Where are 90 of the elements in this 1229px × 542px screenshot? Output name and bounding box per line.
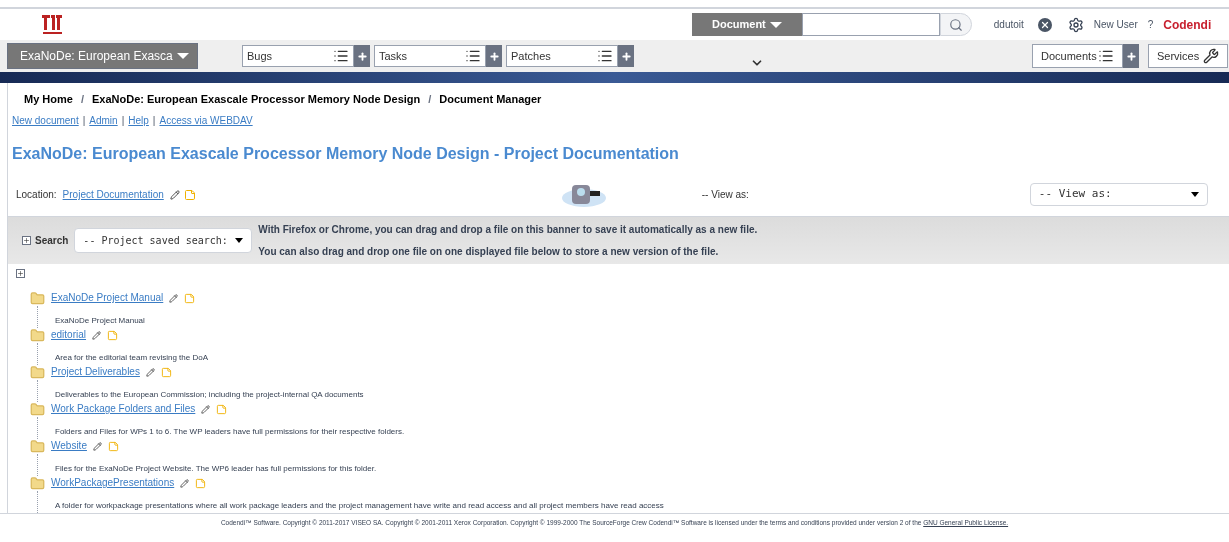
caret-icon <box>177 53 189 59</box>
note-icon[interactable] <box>216 403 228 415</box>
view-as-select[interactable]: -- View as: <box>1029 183 1208 206</box>
action-link[interactable]: Access via WEBDAV <box>159 112 253 128</box>
folder-description: Folders and Files for WPs 1 to 6. The WP leaders have full permissions for their respective folders. <box>55 426 405 436</box>
list-icon <box>597 48 613 64</box>
folder-link[interactable]: Work Package Folders and Files <box>51 404 196 414</box>
breadcrumb-link[interactable]: ExaNoDe: European Exascale Processor Memory Node Design <box>91 91 421 108</box>
add-button[interactable] <box>486 45 502 67</box>
folder-icon <box>30 401 45 417</box>
caret-icon <box>769 21 782 28</box>
edit-icon[interactable] <box>145 367 155 377</box>
help-link[interactable]: ? <box>1147 17 1154 32</box>
services-button[interactable]: Services <box>1148 44 1228 68</box>
link-separator: | <box>152 113 156 128</box>
edit-icon[interactable] <box>169 189 180 200</box>
saved-search-select[interactable]: -- Project saved search: <box>74 227 253 253</box>
expand-icon[interactable] <box>16 268 25 278</box>
drag-drop-hint: With Firefox or Chrome, you can drag and drop a file on this banner to save it automatically as a new file. <box>258 222 758 237</box>
search-button[interactable] <box>939 13 972 36</box>
folder-description: ExaNoDe Project Manual <box>55 315 145 325</box>
folder-link[interactable]: ExaNoDe Project Manual <box>51 293 164 303</box>
search-label[interactable]: Search <box>35 232 69 248</box>
caret-icon <box>1190 192 1199 197</box>
note-icon[interactable] <box>195 477 207 489</box>
logout-button[interactable] <box>1037 17 1052 32</box>
folder-icon <box>30 475 45 491</box>
folder-icon <box>30 327 45 343</box>
action-link[interactable]: Admin <box>89 112 118 128</box>
close-icon <box>1039 19 1050 30</box>
note-icon[interactable] <box>183 188 196 201</box>
folder-link[interactable]: Website <box>51 441 87 451</box>
action-link[interactable]: Help <box>128 112 149 128</box>
breadcrumb-link[interactable]: My Home <box>24 91 73 108</box>
breadcrumb-link[interactable]: Document Manager <box>439 91 542 108</box>
folder-icon <box>30 364 45 380</box>
plus-icon <box>488 50 500 62</box>
folder-description: Area for the editorial team revising the DoA <box>55 352 208 362</box>
action-link[interactable]: New document <box>12 112 79 128</box>
folder-icon <box>30 438 45 454</box>
plus-icon <box>620 50 632 62</box>
folder-link[interactable]: Project Deliverables <box>51 367 140 377</box>
documents-button[interactable]: Documents <box>1032 44 1123 68</box>
breadcrumb-separator: / <box>80 92 84 107</box>
note-icon[interactable] <box>107 440 119 452</box>
edit-icon[interactable] <box>92 330 102 340</box>
location-link[interactable]: Project Documentation <box>62 187 164 202</box>
add-button[interactable] <box>354 45 370 67</box>
project-dropdown[interactable]: ExaNoDe: European Exasca <box>7 43 198 69</box>
add-button[interactable] <box>618 45 634 67</box>
view-as-label: -- View as: <box>701 188 749 202</box>
list-icon <box>333 48 349 64</box>
link-separator: | <box>121 113 125 128</box>
link-separator: | <box>82 113 86 128</box>
drag-drop-hint: You can also drag and drop one file on one displayed file below to store a new version of the file. <box>258 244 720 259</box>
tracker-field[interactable]: Tasks <box>374 45 486 67</box>
search-field[interactable] <box>801 13 940 36</box>
tools-icon <box>1203 48 1219 64</box>
logo <box>40 12 64 37</box>
folder-icon <box>30 290 45 306</box>
note-icon[interactable] <box>160 366 172 378</box>
breadcrumb-separator: / <box>428 92 432 107</box>
expand-icon[interactable] <box>22 235 31 245</box>
search-icon <box>948 17 963 32</box>
note-icon[interactable] <box>184 292 196 304</box>
folder-description: A folder for workpackage presentations where all work package leaders and the project management have write and read access and all project members have read access <box>55 500 664 510</box>
add-button[interactable] <box>1123 44 1139 68</box>
edit-icon[interactable] <box>169 293 179 303</box>
edit-icon[interactable] <box>92 441 102 451</box>
search-type-dropdown[interactable]: Document <box>692 13 802 36</box>
brand-logo: Codendi <box>1163 16 1212 34</box>
tracker-field[interactable]: Bugs <box>242 45 354 67</box>
plus-icon <box>356 50 368 62</box>
plus-icon <box>1125 50 1137 62</box>
edit-icon[interactable] <box>180 478 190 488</box>
location-label: Location: <box>16 188 57 202</box>
settings-icon[interactable] <box>1067 16 1084 33</box>
folder-link[interactable]: editorial <box>51 330 87 340</box>
caret-icon <box>235 237 244 243</box>
username[interactable]: ddutoit <box>993 17 1024 32</box>
list-icon <box>465 48 481 64</box>
page-title: ExaNoDe: European Exascale Processor Memory Node Design - Project Documentation <box>12 143 680 164</box>
folder-link[interactable]: WorkPackagePresentations <box>51 478 175 488</box>
tracker-field[interactable]: Patches <box>506 45 618 67</box>
folder-description: Deliverables to the European Commission; including the project-internal QA documents <box>55 389 364 399</box>
list-icon <box>1098 48 1114 64</box>
folder-description: Files for the ExaNoDe Project Website. The WP6 leader has full permissions for this folder. <box>55 463 377 473</box>
edit-icon[interactable] <box>201 404 211 414</box>
new-user-link[interactable]: New User <box>1093 17 1138 32</box>
note-icon[interactable] <box>107 329 119 341</box>
